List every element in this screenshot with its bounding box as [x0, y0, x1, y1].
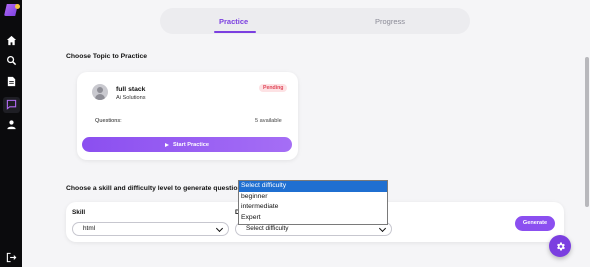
settings-fab-button[interactable] [549, 235, 571, 257]
logout-icon[interactable] [6, 252, 17, 263]
document-icon[interactable] [6, 76, 17, 87]
tab-progress[interactable]: Progress [375, 17, 405, 26]
skill-select[interactable]: html [72, 222, 229, 236]
chevron-down-icon [378, 224, 387, 233]
avatar [92, 84, 108, 100]
topic-card[interactable]: full stack Ai Solutions Pending Question… [77, 72, 298, 160]
gear-icon [556, 242, 565, 250]
chevron-down-icon [215, 224, 224, 233]
tab-practice[interactable]: Practice [219, 17, 248, 26]
user-icon[interactable] [6, 119, 17, 130]
status-badge: Pending [259, 84, 288, 92]
dropdown-option[interactable]: intermediate [239, 202, 387, 213]
choose-skill-heading: Choose a skill and difficulty level to g… [66, 185, 246, 192]
logo-dot [15, 4, 20, 9]
dropdown-option[interactable]: Expert [239, 213, 387, 224]
generate-button[interactable]: Generate [515, 216, 555, 231]
skill-label: Skill [72, 209, 86, 216]
choose-topic-heading: Choose Topic to Practice [66, 53, 148, 60]
scrollbar[interactable] [585, 57, 589, 207]
start-practice-button[interactable]: Start Practice [82, 137, 292, 152]
chat-icon[interactable] [6, 99, 17, 110]
dropdown-option[interactable]: Select difficulty [239, 181, 387, 192]
play-icon [164, 142, 169, 147]
tab-bar: Practice Progress [160, 8, 470, 34]
start-practice-label: Start Practice [172, 141, 210, 148]
questions-label: Questions: [95, 118, 122, 124]
home-icon[interactable] [6, 35, 17, 46]
active-tab-indicator [214, 31, 256, 33]
difficulty-dropdown-list: Select difficulty beginner intermediate … [238, 180, 388, 225]
difficulty-select-value: Select difficulty [246, 225, 289, 232]
search-icon[interactable] [6, 55, 17, 66]
topic-subtitle: Ai Solutions [116, 95, 146, 101]
skill-select-value: html [83, 225, 96, 232]
topic-title: full stack [116, 86, 146, 93]
sidebar [0, 0, 22, 267]
dropdown-option[interactable]: beginner [239, 192, 387, 203]
questions-count: 5 available [255, 118, 282, 124]
